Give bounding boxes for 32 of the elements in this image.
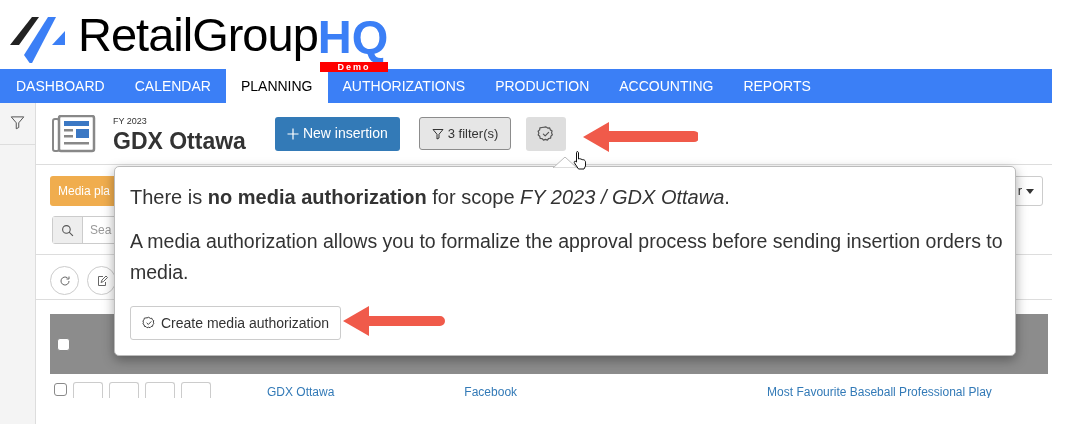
nav-tab[interactable]: CALENDAR bbox=[119, 69, 226, 103]
nav-tab[interactable]: PLANNING bbox=[225, 69, 328, 103]
filter-icon bbox=[431, 127, 444, 140]
nav-tab[interactable]: PRODUCTION bbox=[480, 69, 605, 103]
page-title: GDX Ottawa bbox=[113, 126, 246, 156]
refresh-icon bbox=[58, 274, 71, 287]
newspaper-icon bbox=[52, 114, 96, 153]
badge-check-icon bbox=[537, 124, 556, 143]
popover-message: There is no media authorization for scope FY 2023 / GDX Ottawa. bbox=[130, 185, 731, 210]
nav-tab[interactable]: AUTHORIZATIONS bbox=[327, 69, 481, 103]
search-icon bbox=[61, 223, 74, 237]
fiscal-year: FY 2023 bbox=[113, 115, 148, 126]
badge-check-icon bbox=[142, 316, 156, 330]
description-link[interactable]: Most Favourite Baseball Professional Play bbox=[767, 384, 992, 398]
nav-tab[interactable]: DASHBOARD bbox=[1, 69, 120, 103]
nav-tab[interactable]: ACCOUNTING bbox=[604, 69, 729, 103]
authorization-button[interactable] bbox=[526, 116, 567, 151]
filter-icon[interactable] bbox=[10, 115, 25, 130]
demo-badge: Demo bbox=[319, 61, 389, 72]
logo-accent: HQ bbox=[317, 12, 389, 61]
create-authorization-button[interactable]: Create media authorization bbox=[130, 306, 342, 340]
media-link[interactable]: Facebook bbox=[464, 384, 518, 398]
plus-icon bbox=[286, 127, 299, 140]
edit-icon bbox=[95, 274, 108, 287]
nav-tab[interactable]: REPORTS bbox=[728, 69, 826, 103]
checkbox[interactable] bbox=[57, 337, 70, 351]
checkbox[interactable] bbox=[54, 383, 67, 396]
new-insertion-button[interactable]: New insertion bbox=[274, 116, 400, 151]
caret-icon bbox=[1026, 188, 1034, 194]
campaign-link[interactable]: GDX Ottawa bbox=[267, 384, 335, 398]
logo-wordmark: RetailGroup bbox=[78, 8, 318, 61]
filter-button[interactable]: 3 filter(s) bbox=[418, 117, 512, 150]
